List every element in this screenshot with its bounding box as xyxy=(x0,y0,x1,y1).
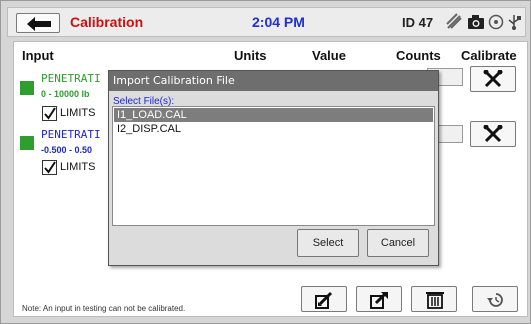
import-icon xyxy=(315,291,333,309)
camera-icon xyxy=(468,15,484,29)
network-icon xyxy=(488,14,504,30)
channel-2-limits-label: LIMITS xyxy=(60,161,96,173)
channel-2-calibrate-button[interactable] xyxy=(470,121,516,147)
wrench-icon xyxy=(483,125,503,143)
file-list-item[interactable]: I2_DISP.CAL xyxy=(114,122,433,136)
header-value: Value xyxy=(312,48,346,63)
dialog-title: Import Calibration File xyxy=(109,71,438,91)
usb-icon xyxy=(508,15,521,30)
screen: Calibration 2:04 PM ID 47 Input Units Va… xyxy=(0,0,531,324)
checkmark-icon xyxy=(44,161,56,174)
import-button[interactable] xyxy=(301,286,347,312)
channel-1-name[interactable]: PENETRATI xyxy=(41,72,101,85)
back-arrow-icon xyxy=(27,17,51,31)
channel-1-limits-label: LIMITS xyxy=(60,107,96,119)
channel-2-name[interactable]: PENETRATI xyxy=(41,128,101,141)
export-icon xyxy=(370,292,388,309)
calibration-note: Note: An input in testing can not be cal… xyxy=(22,304,186,313)
cancel-button[interactable]: Cancel xyxy=(367,229,429,257)
channel-2-limits-checkbox[interactable] xyxy=(42,160,57,175)
header-units: Units xyxy=(234,48,267,63)
file-list-item[interactable]: I1_LOAD.CAL xyxy=(114,108,433,122)
import-calibration-dialog: Import Calibration File Select File(s): … xyxy=(108,70,439,266)
restore-icon xyxy=(487,293,503,307)
wrench-icon xyxy=(483,70,503,88)
channel-1-calibrate-button[interactable] xyxy=(470,66,516,92)
page-title: Calibration xyxy=(70,14,144,30)
file-list[interactable]: I1_LOAD.CAL I2_DISP.CAL xyxy=(112,106,435,226)
export-button[interactable] xyxy=(356,286,402,312)
header-counts: Counts xyxy=(396,48,441,63)
channel-2-range: -0.500 - 0.50 xyxy=(41,145,93,155)
clock: 2:04 PM xyxy=(252,14,305,30)
top-bar: Calibration 2:04 PM ID 47 xyxy=(7,7,526,37)
restore-button[interactable] xyxy=(472,286,518,312)
channel-2-color-swatch xyxy=(20,136,34,150)
device-id: ID 47 xyxy=(402,15,434,30)
channel-1-limits-checkbox[interactable] xyxy=(42,106,57,121)
header-calibrate: Calibrate xyxy=(461,48,517,63)
select-button[interactable]: Select xyxy=(297,229,359,257)
delete-icon xyxy=(426,292,444,309)
checkmark-icon xyxy=(44,107,56,120)
header-input: Input xyxy=(22,48,54,63)
delete-button[interactable] xyxy=(411,286,457,312)
back-button[interactable] xyxy=(16,13,60,33)
channel-1-color-swatch xyxy=(20,81,34,95)
usb-disconnected-icon xyxy=(446,13,462,29)
channel-1-range: 0 - 10000 lb xyxy=(41,89,90,99)
